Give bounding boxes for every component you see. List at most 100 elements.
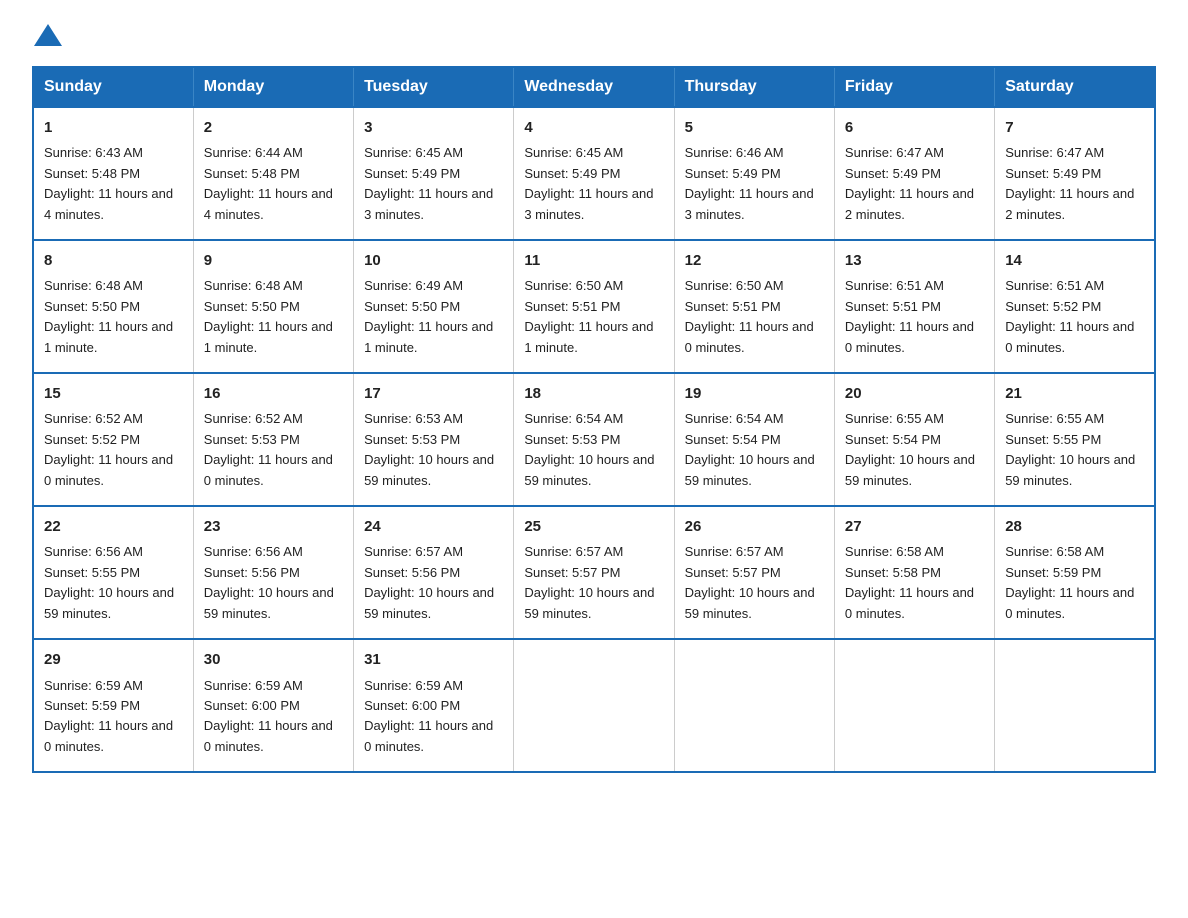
logo-triangle-icon (34, 24, 62, 46)
column-header-wednesday: Wednesday (514, 67, 674, 107)
day-info: Sunrise: 6:56 AMSunset: 5:56 PMDaylight:… (204, 544, 334, 620)
day-number: 27 (845, 515, 984, 538)
calendar-cell: 16 Sunrise: 6:52 AMSunset: 5:53 PMDayligh… (193, 373, 353, 506)
day-info: Sunrise: 6:57 AMSunset: 5:57 PMDaylight:… (685, 544, 815, 620)
calendar-cell: 17Sunrise: 6:53 AMSunset: 5:53 PMDayligh… (354, 373, 514, 506)
calendar-cell: 24 Sunrise: 6:57 AMSunset: 5:56 PMDayligh… (354, 506, 514, 639)
day-info: Sunrise: 6:44 AMSunset: 5:48 PMDaylight:… (204, 145, 333, 221)
day-number: 10 (364, 249, 503, 272)
day-info: Sunrise: 6:54 AMSunset: 5:53 PMDaylight:… (524, 411, 654, 487)
day-info: Sunrise: 6:49 AMSunset: 5:50 PMDaylight:… (364, 278, 493, 354)
calendar-cell: 29 Sunrise: 6:59 AMSunset: 5:59 PMDayligh… (33, 639, 193, 772)
day-number: 17 (364, 382, 503, 405)
calendar-week-2: 8 Sunrise: 6:48 AMSunset: 5:50 PMDaylight… (33, 240, 1155, 373)
day-info: Sunrise: 6:51 AMSunset: 5:51 PMDaylight:… (845, 278, 974, 354)
day-info: Sunrise: 6:59 AMSunset: 5:59 PMDaylight:… (44, 678, 173, 754)
day-number: 21 (1005, 382, 1144, 405)
calendar-table: SundayMondayTuesdayWednesdayThursdayFrid… (32, 66, 1156, 773)
column-header-sunday: Sunday (33, 67, 193, 107)
day-number: 9 (204, 249, 343, 272)
calendar-cell: 31Sunrise: 6:59 AMSunset: 6:00 PMDayligh… (354, 639, 514, 772)
calendar-cell: 20Sunrise: 6:55 AMSunset: 5:54 PMDayligh… (834, 373, 994, 506)
day-number: 28 (1005, 515, 1144, 538)
calendar-cell: 10 Sunrise: 6:49 AMSunset: 5:50 PMDayligh… (354, 240, 514, 373)
day-number: 25 (524, 515, 663, 538)
calendar-cell (995, 639, 1155, 772)
calendar-cell: 3Sunrise: 6:45 AMSunset: 5:49 PMDaylight… (354, 107, 514, 240)
day-info: Sunrise: 6:57 AMSunset: 5:57 PMDaylight:… (524, 544, 654, 620)
calendar-cell (834, 639, 994, 772)
day-info: Sunrise: 6:43 AMSunset: 5:48 PMDaylight:… (44, 145, 173, 221)
day-number: 8 (44, 249, 183, 272)
calendar-cell: 2 Sunrise: 6:44 AMSunset: 5:48 PMDaylight… (193, 107, 353, 240)
day-number: 12 (685, 249, 824, 272)
calendar-cell: 19 Sunrise: 6:54 AMSunset: 5:54 PMDayligh… (674, 373, 834, 506)
day-number: 13 (845, 249, 984, 272)
day-info: Sunrise: 6:51 AMSunset: 5:52 PMDaylight:… (1005, 278, 1134, 354)
column-header-tuesday: Tuesday (354, 67, 514, 107)
calendar-cell: 5Sunrise: 6:46 AMSunset: 5:49 PMDaylight… (674, 107, 834, 240)
logo (32, 24, 62, 48)
calendar-week-1: 1 Sunrise: 6:43 AMSunset: 5:48 PMDaylight… (33, 107, 1155, 240)
day-number: 24 (364, 515, 503, 538)
day-info: Sunrise: 6:47 AMSunset: 5:49 PMDaylight:… (1005, 145, 1134, 221)
calendar-cell: 15Sunrise: 6:52 AMSunset: 5:52 PMDayligh… (33, 373, 193, 506)
day-number: 14 (1005, 249, 1144, 272)
day-number: 31 (364, 648, 503, 671)
day-number: 15 (44, 382, 183, 405)
calendar-week-4: 22 Sunrise: 6:56 AMSunset: 5:55 PMDayligh… (33, 506, 1155, 639)
calendar-week-3: 15Sunrise: 6:52 AMSunset: 5:52 PMDayligh… (33, 373, 1155, 506)
calendar-cell: 8 Sunrise: 6:48 AMSunset: 5:50 PMDaylight… (33, 240, 193, 373)
calendar-cell: 9 Sunrise: 6:48 AMSunset: 5:50 PMDaylight… (193, 240, 353, 373)
calendar-cell: 28Sunrise: 6:58 AMSunset: 5:59 PMDayligh… (995, 506, 1155, 639)
calendar-cell: 4 Sunrise: 6:45 AMSunset: 5:49 PMDaylight… (514, 107, 674, 240)
day-info: Sunrise: 6:55 AMSunset: 5:54 PMDaylight:… (845, 411, 975, 487)
calendar-cell: 6 Sunrise: 6:47 AMSunset: 5:49 PMDaylight… (834, 107, 994, 240)
day-number: 1 (44, 116, 183, 139)
day-number: 16 (204, 382, 343, 405)
day-number: 6 (845, 116, 984, 139)
day-info: Sunrise: 6:52 AMSunset: 5:53 PMDaylight:… (204, 411, 333, 487)
day-info: Sunrise: 6:50 AMSunset: 5:51 PMDaylight:… (524, 278, 653, 354)
calendar-cell: 30 Sunrise: 6:59 AMSunset: 6:00 PMDayligh… (193, 639, 353, 772)
day-info: Sunrise: 6:46 AMSunset: 5:49 PMDaylight:… (685, 145, 814, 221)
day-info: Sunrise: 6:45 AMSunset: 5:49 PMDaylight:… (524, 145, 653, 221)
calendar-cell: 26 Sunrise: 6:57 AMSunset: 5:57 PMDayligh… (674, 506, 834, 639)
calendar-cell: 14 Sunrise: 6:51 AMSunset: 5:52 PMDayligh… (995, 240, 1155, 373)
day-number: 26 (685, 515, 824, 538)
day-number: 7 (1005, 116, 1144, 139)
column-header-saturday: Saturday (995, 67, 1155, 107)
day-info: Sunrise: 6:54 AMSunset: 5:54 PMDaylight:… (685, 411, 815, 487)
day-number: 4 (524, 116, 663, 139)
calendar-cell (674, 639, 834, 772)
day-number: 30 (204, 648, 343, 671)
calendar-cell: 13 Sunrise: 6:51 AMSunset: 5:51 PMDayligh… (834, 240, 994, 373)
day-number: 2 (204, 116, 343, 139)
calendar-cell: 7 Sunrise: 6:47 AMSunset: 5:49 PMDaylight… (995, 107, 1155, 240)
day-number: 29 (44, 648, 183, 671)
day-info: Sunrise: 6:56 AMSunset: 5:55 PMDaylight:… (44, 544, 174, 620)
calendar-cell: 21 Sunrise: 6:55 AMSunset: 5:55 PMDayligh… (995, 373, 1155, 506)
calendar-cell: 25 Sunrise: 6:57 AMSunset: 5:57 PMDayligh… (514, 506, 674, 639)
day-number: 19 (685, 382, 824, 405)
calendar-cell: 22 Sunrise: 6:56 AMSunset: 5:55 PMDayligh… (33, 506, 193, 639)
day-info: Sunrise: 6:55 AMSunset: 5:55 PMDaylight:… (1005, 411, 1135, 487)
calendar-cell: 1 Sunrise: 6:43 AMSunset: 5:48 PMDaylight… (33, 107, 193, 240)
calendar-cell (514, 639, 674, 772)
column-header-monday: Monday (193, 67, 353, 107)
day-info: Sunrise: 6:57 AMSunset: 5:56 PMDaylight:… (364, 544, 494, 620)
day-info: Sunrise: 6:59 AMSunset: 6:00 PMDaylight:… (204, 678, 333, 754)
column-header-thursday: Thursday (674, 67, 834, 107)
calendar-cell: 11Sunrise: 6:50 AMSunset: 5:51 PMDayligh… (514, 240, 674, 373)
calendar-cell: 23 Sunrise: 6:56 AMSunset: 5:56 PMDayligh… (193, 506, 353, 639)
day-info: Sunrise: 6:47 AMSunset: 5:49 PMDaylight:… (845, 145, 974, 221)
day-info: Sunrise: 6:48 AMSunset: 5:50 PMDaylight:… (44, 278, 173, 354)
day-number: 23 (204, 515, 343, 538)
calendar-cell: 18 Sunrise: 6:54 AMSunset: 5:53 PMDayligh… (514, 373, 674, 506)
day-number: 18 (524, 382, 663, 405)
day-info: Sunrise: 6:58 AMSunset: 5:58 PMDaylight:… (845, 544, 974, 620)
day-info: Sunrise: 6:48 AMSunset: 5:50 PMDaylight:… (204, 278, 333, 354)
page-header (32, 24, 1156, 48)
day-number: 22 (44, 515, 183, 538)
day-number: 3 (364, 116, 503, 139)
